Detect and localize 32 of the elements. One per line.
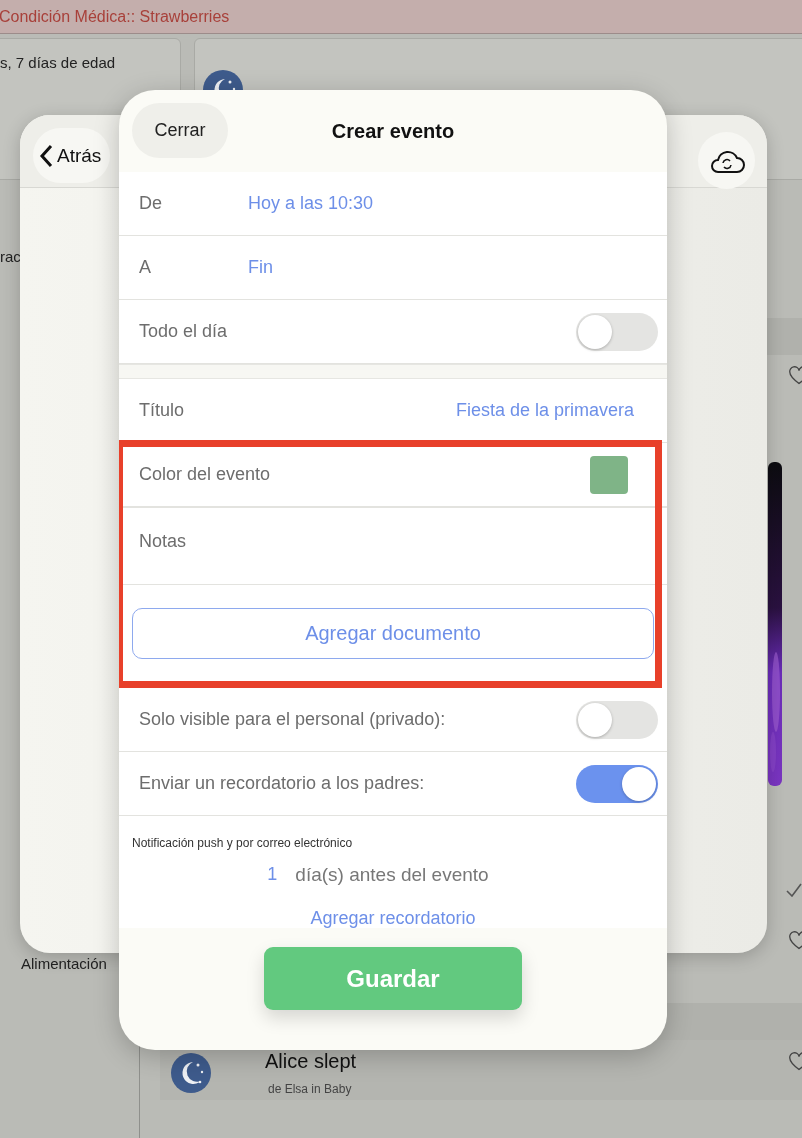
toggle-switch[interactable] <box>576 700 658 739</box>
reminder-count[interactable]: 1 <box>267 864 278 886</box>
field-value[interactable]: Fin <box>248 257 273 278</box>
section-label: rac <box>0 248 21 265</box>
feed-title: Alice slept <box>265 1050 357 1073</box>
notification-note: Notificación push y por correo electrónico <box>131 835 354 850</box>
field-label: De <box>139 193 163 214</box>
field-value[interactable]: Hoy a las 10:30 <box>248 193 374 214</box>
close-button[interactable]: Cerrar <box>132 103 228 158</box>
toggle-switch[interactable] <box>576 764 658 803</box>
moon-icon <box>171 1053 211 1093</box>
reminder-text: día(s) antes del evento <box>295 864 489 886</box>
toggle-label: Solo visible para el personal (privado): <box>139 709 446 730</box>
banner-text: Condición Médica:: Strawberries <box>0 7 230 26</box>
notes-field[interactable]: Notas <box>139 531 187 552</box>
dialog-title: Crear evento <box>331 119 455 143</box>
feed-subtitle: de Elsa in Baby <box>268 1082 352 1096</box>
add-reminder-link[interactable]: Agregar recordatorio <box>310 908 476 928</box>
color-swatch[interactable] <box>590 455 628 494</box>
tab-label[interactable]: Alimentación <box>21 955 107 972</box>
toggle-switch[interactable] <box>576 312 658 351</box>
field-value[interactable]: Fiesta de la primavera <box>455 400 634 421</box>
field-label: Título <box>139 400 185 421</box>
age-text: s, 7 días de edad <box>0 54 116 71</box>
field-label: A <box>139 257 152 278</box>
field-label: Color del evento <box>139 464 271 485</box>
toggle-label: Enviar un recordatorio a los padres: <box>139 773 425 794</box>
save-button[interactable]: Guardar <box>264 947 522 1010</box>
chevron-left-icon <box>39 143 53 168</box>
add-document-button[interactable]: Agregar documento <box>132 608 654 659</box>
toggle-label: Todo el día <box>139 321 228 342</box>
check-icon <box>786 883 802 897</box>
